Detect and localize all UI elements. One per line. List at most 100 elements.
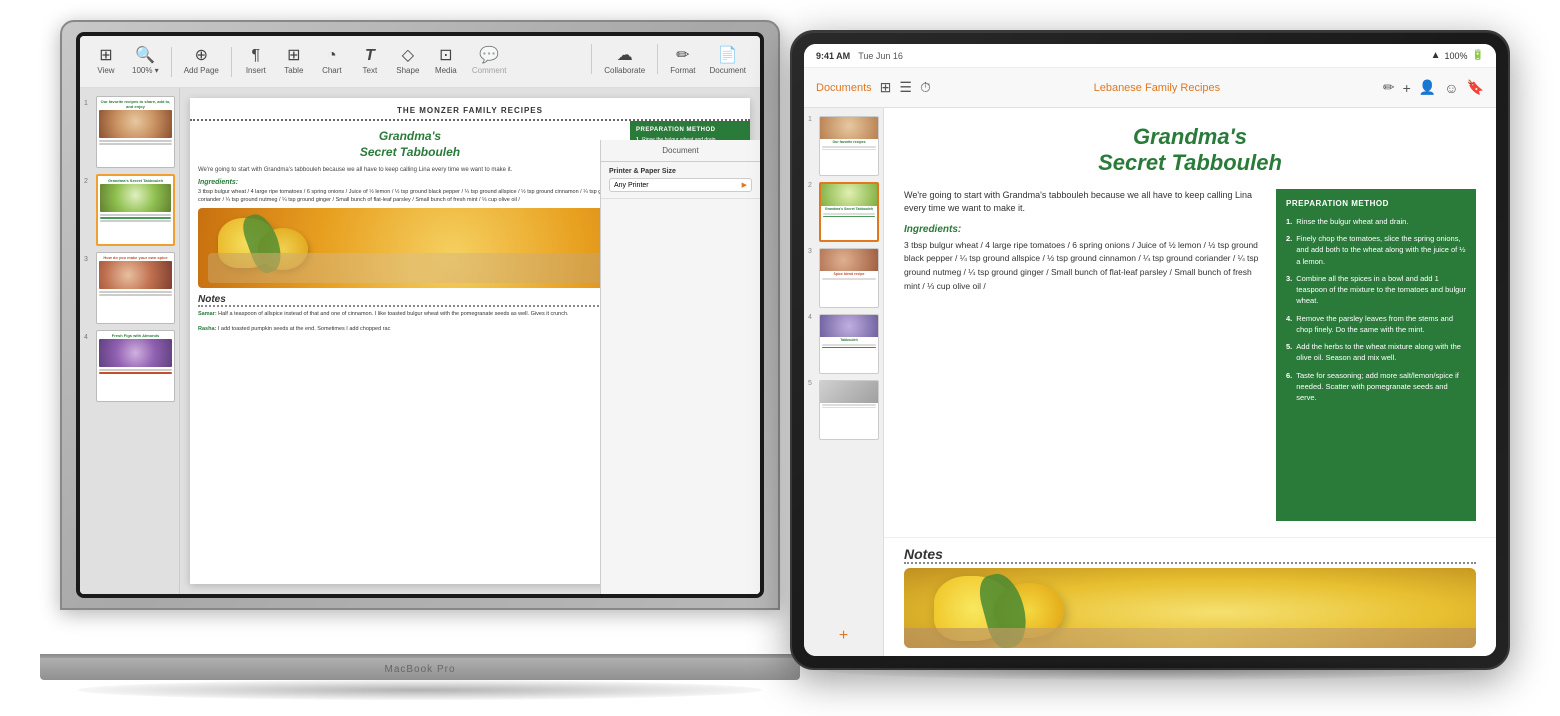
mac-printer-dropdown[interactable]: Any Printer ▶ [609, 178, 752, 192]
macbook-logo-text: MacBook Pro [384, 664, 455, 675]
toolbar-collaborate[interactable]: ☁ Collaborate [598, 44, 651, 79]
toolbar-add-page[interactable]: ⊕ Add Page [178, 44, 225, 79]
ipad-list-icon[interactable]: ☰ [899, 79, 912, 96]
ipad-title-line1: Grandma's [1133, 124, 1247, 149]
mac-notes-title: Notes [198, 294, 622, 307]
toolbar-document[interactable]: 📄 Document [704, 44, 752, 79]
ipad-thumb-page-2[interactable]: Grandma's Secret Tabbouleh [819, 182, 879, 242]
mac-panel-title: Document [601, 140, 760, 162]
ipad-thumb-page-3[interactable]: Spice blend recipe [819, 248, 879, 308]
toolbar-separator-1 [171, 47, 172, 77]
ipad-emoji-icon[interactable]: ☺ [1444, 80, 1458, 96]
toolbar-comment[interactable]: 💬 Comment [466, 44, 513, 79]
toolbar-view[interactable]: ⊞ View [88, 44, 124, 79]
thumb-header-1: Our favorite recipes to share, add to, a… [99, 99, 172, 109]
thumb-line [99, 369, 172, 371]
thumb-line [99, 143, 172, 145]
collaborate-icon: ☁ [617, 48, 633, 64]
ipad-back-button[interactable]: Documents [816, 82, 872, 94]
ipad-add-page-button[interactable]: + [808, 624, 879, 648]
toolbar-chart[interactable]: ◔ Chart [314, 44, 350, 79]
shape-label: Shape [396, 66, 419, 75]
text-label: Text [363, 66, 378, 75]
ipad-pen-icon[interactable]: ✏ [1383, 79, 1395, 96]
thumb-img-1 [99, 110, 172, 138]
toolbar-media[interactable]: ⊡ Media [428, 44, 464, 79]
ipad-clock-icon[interactable]: ⏱ [920, 79, 931, 96]
ipad-thumbnail-2[interactable]: 2 Grandma's Secret Tabbouleh [808, 182, 879, 242]
ipad-thumbnail-4[interactable]: 4 Tabbouleh [808, 314, 879, 374]
thumb-line [100, 217, 171, 219]
ipad-thumbnail-1[interactable]: 1 Our favorite recipes [808, 116, 879, 176]
thumbnail-2[interactable]: 2 Grandma's Secret Tabbouleh [84, 174, 175, 246]
mac-printer-value: Any Printer [614, 182, 649, 189]
table-icon: ⊞ [287, 48, 300, 64]
toolbar-zoom[interactable]: 🔍 100% ▾ [126, 44, 165, 79]
zoom-label: 100% ▾ [132, 66, 159, 75]
ipad-sidebar-icon[interactable]: ⊞ [880, 79, 892, 96]
mac-sidebar: 1 Our favorite recipes to share, add to,… [80, 88, 180, 594]
ipad-prep-title: PREPARATION METHOD [1286, 199, 1466, 208]
thumb-num-2: 2 [84, 178, 92, 185]
thumb-line [99, 372, 172, 374]
text-icon: T [365, 48, 375, 64]
ipad-thumb-page-5[interactable] [819, 380, 879, 440]
collaborate-label: Collaborate [604, 66, 645, 75]
ipad-plus-icon[interactable]: + [1403, 80, 1411, 96]
thumb-header-4: Fresh Figs with Almonds [99, 333, 172, 338]
ipad-wifi-icon: ▲ [1431, 50, 1441, 61]
thumb-line [99, 291, 172, 293]
ipad-prep-step-1: 1. Rinse the bulgur wheat and drain. [1286, 216, 1466, 227]
ipad-thumb-img-1 [820, 117, 878, 139]
ipad-toolbar-left: Documents ⊞ ☰ ⏱ [816, 79, 931, 96]
ipad-thumbnail-3[interactable]: 3 Spice blend recipe [808, 248, 879, 308]
thumbnail-3[interactable]: 3 How do you make your own spice [84, 252, 175, 324]
zoom-icon: 🔍 [135, 48, 155, 64]
ipad-content-row: We're going to start with Grandma's tabb… [904, 189, 1476, 521]
ipad-person-icon[interactable]: 👤 [1419, 79, 1436, 96]
thumb-img-3 [99, 261, 172, 289]
ipad-toolbar-right: ✏ + 👤 ☺ 🔖 [1383, 79, 1484, 96]
ipad-text-column: We're going to start with Grandma's tabb… [904, 189, 1264, 521]
toolbar-format[interactable]: ✏ Format [664, 44, 701, 79]
thumb-page-4[interactable]: Fresh Figs with Almonds [96, 330, 175, 402]
thumb-page-1[interactable]: Our favorite recipes to share, add to, a… [96, 96, 175, 168]
thumb-page-2[interactable]: Grandma's Secret Tabbouleh [96, 174, 175, 246]
mac-page-left: Grandma's Secret Tabbouleh We're going t… [190, 121, 630, 584]
ipad-bookmark-icon[interactable]: 🔖 [1467, 79, 1484, 96]
thumb-lines-3 [99, 291, 172, 296]
ipad-thumb-img-2 [821, 184, 877, 206]
toolbar-insert[interactable]: ¶ Insert [238, 44, 274, 79]
format-label: Format [670, 66, 695, 75]
thumb-line [99, 140, 172, 142]
thumb-line [100, 220, 171, 222]
thumb-lines-1 [99, 140, 172, 145]
macbook-shadow [78, 680, 762, 700]
ipad-thumb-page-4[interactable]: Tabbouleh [819, 314, 879, 374]
ipad-ingredients-label: Ingredients: [904, 224, 1264, 235]
thumbnail-4[interactable]: 4 Fresh Figs with Almonds [84, 330, 175, 402]
thumb-num-4: 4 [84, 334, 92, 341]
mac-lemon-image [198, 208, 622, 288]
toolbar-shape[interactable]: ◇ Shape [390, 44, 426, 79]
thumbnail-1[interactable]: 1 Our favorite recipes to share, add to,… [84, 96, 175, 168]
ipad-thumbnail-5[interactable]: 5 [808, 380, 879, 440]
add-page-icon: ⊕ [195, 48, 208, 64]
toolbar-table[interactable]: ⊞ Table [276, 44, 312, 79]
toolbar-separator-4 [657, 44, 658, 74]
ipad-battery: 100% [1445, 51, 1468, 61]
macbook-base: MacBook Pro [40, 658, 800, 680]
ipad-thumb-page-1[interactable]: Our favorite recipes [819, 116, 879, 176]
mac-page-header: THE MONZER FAMILY RECIPES [190, 98, 750, 121]
document-icon: 📄 [718, 48, 738, 64]
ipad-status-bar: 9:41 AM Tue Jun 16 ▲ 100% 🔋 [804, 44, 1496, 68]
shape-icon: ◇ [402, 48, 414, 64]
mac-document-panel: Document Printer & Paper Size Any Printe… [600, 140, 760, 594]
comment-label: Comment [472, 66, 507, 75]
mac-panel-printer-section: Printer & Paper Size Any Printer ▶ [601, 162, 760, 199]
thumb-page-3[interactable]: How do you make your own spice [96, 252, 175, 324]
ipad-battery-icon: 🔋 [1472, 50, 1484, 61]
toolbar-text[interactable]: T Text [352, 44, 388, 79]
add-page-label: Add Page [184, 66, 219, 75]
media-label: Media [435, 66, 457, 75]
